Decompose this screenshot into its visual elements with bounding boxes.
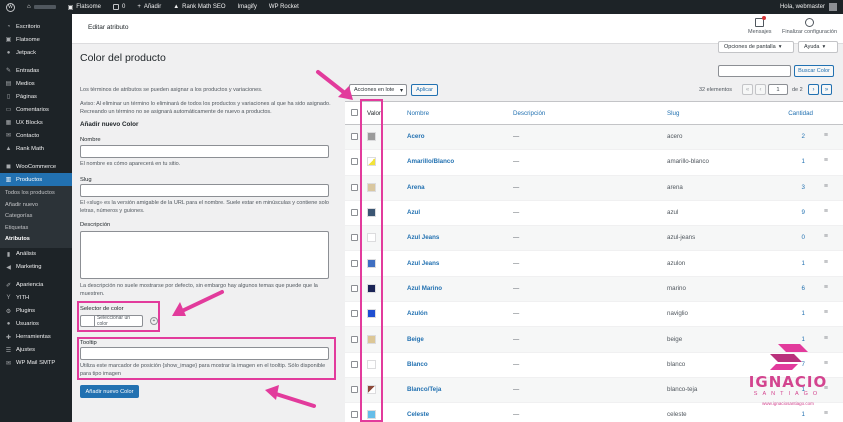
arrow-to-tooltip [274,392,316,408]
logo-brand: IGNACIO [748,373,828,391]
logo-mark-icon [770,344,808,370]
annotation-arrows [172,70,353,408]
arrow-to-value-column [316,70,348,96]
ignacio-santiago-logo: IGNACIO SANTIAGO www.ignaciosantiago.com [738,340,838,420]
logo-sub: SANTIAGO [753,391,823,397]
logo-url: www.ignaciosantiago.com [762,401,814,406]
arrow-to-color-picker [180,290,224,313]
